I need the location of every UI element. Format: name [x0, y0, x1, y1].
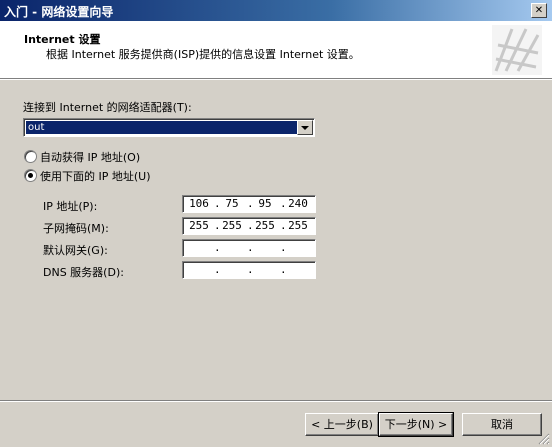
adapter-label: 连接到 Internet 的网络适配器(T): [23, 101, 192, 114]
next-button[interactable]: 下一步(N) > [378, 412, 454, 437]
manual-ip-label[interactable]: 使用下面的 IP 地址(U) [40, 168, 151, 184]
adapter-select[interactable]: out [23, 118, 315, 137]
dns-input[interactable]: . . . [182, 261, 316, 279]
title-bar[interactable]: 入门 - 网络设置向导 ✕ [0, 0, 552, 21]
page-description: 根据 Internet 服务提供商(ISP)提供的信息设置 Internet 设… [46, 48, 360, 61]
gateway-label: 默认网关(G): [43, 244, 108, 257]
mask-octet-3[interactable]: 255 [251, 219, 279, 232]
subnet-mask-label: 子网掩码(M): [43, 222, 109, 235]
octet-separator: . [214, 241, 221, 254]
network-wizard-icon [492, 25, 542, 75]
footer-divider-highlight [0, 401, 552, 402]
radio-selected-dot [28, 173, 33, 178]
ip-octet-2[interactable]: 75 [218, 197, 246, 210]
window-title: 入门 - 网络设置向导 [4, 5, 114, 19]
ip-octet-3[interactable]: 95 [251, 197, 279, 210]
close-button[interactable]: ✕ [531, 3, 547, 18]
back-button[interactable]: < 上一步(B) [305, 413, 379, 436]
ip-octet-4[interactable]: 240 [284, 197, 312, 210]
cancel-button[interactable]: 取消 [462, 413, 542, 436]
ip-address-label: IP 地址(P): [43, 200, 98, 213]
ip-octet-1[interactable]: 106 [185, 197, 213, 210]
mask-octet-4[interactable]: 255 [284, 219, 312, 232]
gateway-input[interactable]: . . . [182, 239, 316, 257]
header-divider-highlight [0, 79, 552, 80]
mask-octet-2[interactable]: 255 [218, 219, 246, 232]
resize-grip-icon[interactable] [538, 433, 550, 445]
octet-separator: . [280, 241, 287, 254]
octet-separator: . [280, 263, 287, 276]
wizard-header: Internet 设置 根据 Internet 服务提供商(ISP)提供的信息设… [0, 21, 552, 78]
manual-ip-radio[interactable] [24, 169, 37, 182]
chevron-down-icon[interactable] [297, 120, 313, 135]
adapter-select-value: out [26, 121, 298, 134]
subnet-mask-input[interactable]: 255 . 255 . 255 . 255 [182, 217, 316, 235]
octet-separator: . [247, 263, 254, 276]
page-title: Internet 设置 [24, 33, 101, 46]
dns-label: DNS 服务器(D): [43, 266, 124, 279]
octet-separator: . [247, 241, 254, 254]
auto-ip-label[interactable]: 自动获得 IP 地址(O) [40, 149, 140, 165]
ip-address-input[interactable]: 106 . 75 . 95 . 240 [182, 195, 316, 213]
auto-ip-radio[interactable] [24, 150, 37, 163]
mask-octet-1[interactable]: 255 [185, 219, 213, 232]
octet-separator: . [214, 263, 221, 276]
